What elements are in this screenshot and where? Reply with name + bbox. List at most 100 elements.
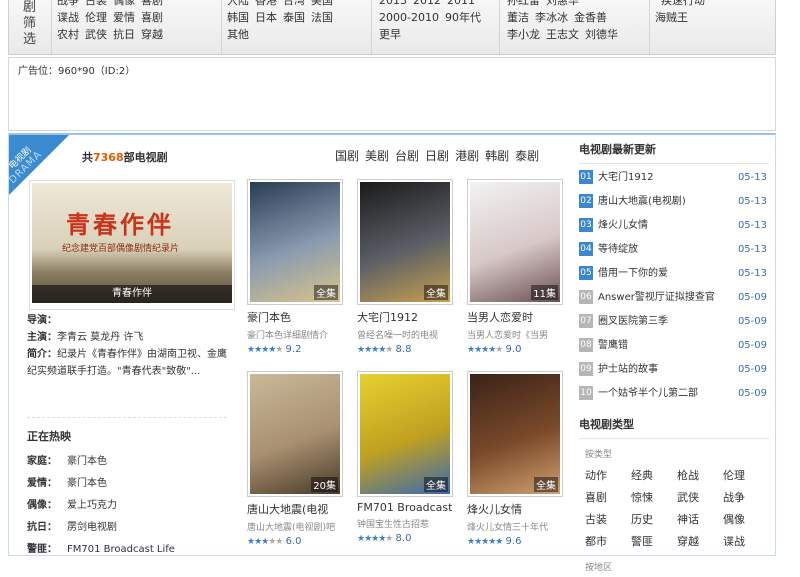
- filter-option[interactable]: 喜剧: [141, 0, 163, 9]
- now-showing-row[interactable]: 警匪： FM701 Broadcast Life: [27, 540, 227, 562]
- filter-option[interactable]: 古装: [85, 0, 107, 9]
- poster-image[interactable]: 20集: [247, 371, 343, 497]
- filter-option[interactable]: 刘德华: [585, 26, 618, 43]
- type-link[interactable]: 神话: [677, 511, 717, 527]
- update-title[interactable]: 一个姑爷半个儿第二部: [598, 388, 698, 399]
- poster-image[interactable]: 全集: [247, 179, 343, 305]
- row-link[interactable]: 豪门本色: [67, 456, 107, 467]
- update-item[interactable]: 09 护士站的故事 05-09: [579, 358, 769, 382]
- category-tab[interactable]: 台剧: [395, 149, 419, 163]
- poster-image[interactable]: 全集: [467, 371, 563, 497]
- filter-option[interactable]: 李小龙: [507, 26, 540, 43]
- type-link[interactable]: 战争: [723, 489, 763, 505]
- filter-option[interactable]: 香港: [255, 0, 277, 9]
- poster-title[interactable]: 烽火儿女情: [467, 501, 563, 517]
- filter-option[interactable]: 其他: [227, 26, 249, 43]
- row-link[interactable]: 雳剑电视剧: [67, 522, 117, 533]
- filter-option[interactable]: 伦理: [85, 9, 107, 26]
- category-tab[interactable]: 国剧: [335, 149, 359, 163]
- category-tab[interactable]: 美剧: [365, 149, 389, 163]
- filter-option[interactable]: 喜剧: [141, 9, 163, 26]
- filter-option[interactable]: 2011: [447, 0, 475, 9]
- update-item[interactable]: 01 大宅门1912 05-13: [579, 166, 769, 190]
- poster-card[interactable]: 全集 豪门本色 豪门本色详细剧情介 ★★★★★ 9.2: [247, 179, 343, 355]
- type-link[interactable]: 古装: [585, 511, 625, 527]
- type-link[interactable]: 武侠: [677, 489, 717, 505]
- now-showing-row[interactable]: 抗日： 雳剑电视剧: [27, 518, 227, 540]
- poster-card[interactable]: 全集 烽火儿女情 烽火儿女情三十年代 ★★★★★ 9.6: [467, 371, 563, 547]
- filter-option[interactable]: 韩国: [227, 9, 249, 26]
- update-item[interactable]: 08 警鹰错 05-09: [579, 334, 769, 358]
- filter-option[interactable]: 2012: [413, 0, 441, 9]
- type-link[interactable]: 惊悚: [631, 489, 671, 505]
- filter-option[interactable]: 穿越: [141, 26, 163, 43]
- filter-option[interactable]: 法国: [311, 9, 333, 26]
- filter-option[interactable]: 谍战: [57, 9, 79, 26]
- category-tab[interactable]: 韩剧: [485, 149, 509, 163]
- filter-option[interactable]: 偶像: [113, 0, 135, 9]
- update-title[interactable]: 大宅门1912: [598, 172, 653, 183]
- category-tab[interactable]: 港剧: [455, 149, 479, 163]
- filter-option[interactable]: 90年代: [445, 9, 481, 26]
- poster-title[interactable]: 豪门本色: [247, 309, 343, 325]
- update-item[interactable]: 05 借用一下你的爱 05-13: [579, 262, 769, 286]
- filter-option[interactable]: 刘惠华: [546, 0, 579, 9]
- row-link[interactable]: 豪门本色: [67, 478, 107, 489]
- row-link[interactable]: 爱上巧克力: [67, 500, 117, 511]
- poster-image[interactable]: 11集: [467, 179, 563, 305]
- update-title[interactable]: 借用一下你的爱: [598, 268, 668, 279]
- poster-title[interactable]: FM701 Broadcast: [357, 501, 453, 514]
- poster-image[interactable]: 全集: [357, 179, 453, 305]
- filter-option[interactable]: 武侠: [85, 26, 107, 43]
- poster-image[interactable]: 全集: [357, 371, 453, 497]
- category-tab[interactable]: 泰剧: [515, 149, 539, 163]
- poster-title[interactable]: 大宅门1912: [357, 309, 453, 325]
- type-link[interactable]: 枪战: [677, 467, 717, 483]
- filter-option[interactable]: 董洁: [507, 9, 529, 26]
- type-link[interactable]: 历史: [631, 511, 671, 527]
- filter-option[interactable]: 王志文: [546, 26, 579, 43]
- filter-option[interactable]: 金香善: [574, 9, 607, 26]
- filter-option[interactable]: 爱情: [113, 9, 135, 26]
- filter-option[interactable]: 大陆: [227, 0, 249, 9]
- filter-option[interactable]: 疾速行动: [661, 0, 705, 9]
- poster-card[interactable]: 全集 大宅门1912 曾经名噪一时的电视 ★★★★★ 8.8: [357, 179, 453, 355]
- filter-option[interactable]: 抗日: [113, 26, 135, 43]
- update-item[interactable]: 02 唐山大地震(电视剧) 05-13: [579, 190, 769, 214]
- update-title[interactable]: 等待绽放: [598, 244, 638, 255]
- filter-option[interactable]: 泰国: [283, 9, 305, 26]
- poster-card[interactable]: 11集 当男人恋爱时 当男人恋爱时《当男 ★★★★★ 9.0: [467, 179, 563, 355]
- row-link[interactable]: FM701 Broadcast Life: [67, 544, 175, 555]
- filter-option[interactable]: 更早: [379, 26, 401, 43]
- poster-title[interactable]: 当男人恋爱时: [467, 309, 563, 325]
- now-showing-row[interactable]: 偶像： 爱上巧克力: [27, 496, 227, 518]
- update-title[interactable]: Answer警视厅证拟搜查官: [598, 292, 715, 303]
- poster-title[interactable]: 唐山大地震(电视: [247, 501, 343, 517]
- poster-card[interactable]: 全集 FM701 Broadcast 钟国宝生性古招惹 ★★★★★ 8.0: [357, 371, 453, 544]
- update-item[interactable]: 07 圈叉医院第三季 05-09: [579, 310, 769, 334]
- update-item[interactable]: 04 等待绽放 05-13: [579, 238, 769, 262]
- featured-caption[interactable]: 青春作伴: [32, 285, 232, 303]
- update-title[interactable]: 圈叉医院第三季: [598, 316, 668, 327]
- update-item[interactable]: 10 一个姑爷半个儿第二部 05-09: [579, 382, 769, 406]
- type-link[interactable]: 伦理: [723, 467, 763, 483]
- filter-option[interactable]: 农村: [57, 26, 79, 43]
- update-title[interactable]: 警鹰错: [598, 340, 628, 351]
- filter-option[interactable]: 海贼王: [655, 9, 688, 26]
- filter-option[interactable]: 孙红雷: [507, 0, 540, 9]
- featured-image[interactable]: 青春作伴 纪念建党百部偶像剧情纪录片 青春作伴: [32, 183, 232, 303]
- update-item[interactable]: 03 烽火儿女情 05-13: [579, 214, 769, 238]
- update-title[interactable]: 护士站的故事: [598, 364, 658, 375]
- type-link[interactable]: 经典: [631, 467, 671, 483]
- filter-option[interactable]: 2013: [379, 0, 407, 9]
- filter-option[interactable]: 台湾: [283, 0, 305, 9]
- category-tab[interactable]: 日剧: [425, 149, 449, 163]
- filter-option[interactable]: 日本: [255, 9, 277, 26]
- poster-card[interactable]: 20集 唐山大地震(电视 唐山大地震(电视剧)吧 ★★★★★ 6.0: [247, 371, 343, 547]
- featured-item[interactable]: 青春作伴 纪念建党百部偶像剧情纪录片 青春作伴: [29, 180, 235, 310]
- filter-option[interactable]: 李冰冰: [535, 9, 568, 26]
- type-link[interactable]: 动作: [585, 467, 625, 483]
- now-showing-row[interactable]: 爱情： 豪门本色: [27, 474, 227, 496]
- type-link[interactable]: 喜剧: [585, 489, 625, 505]
- filter-option[interactable]: 美国: [311, 0, 333, 9]
